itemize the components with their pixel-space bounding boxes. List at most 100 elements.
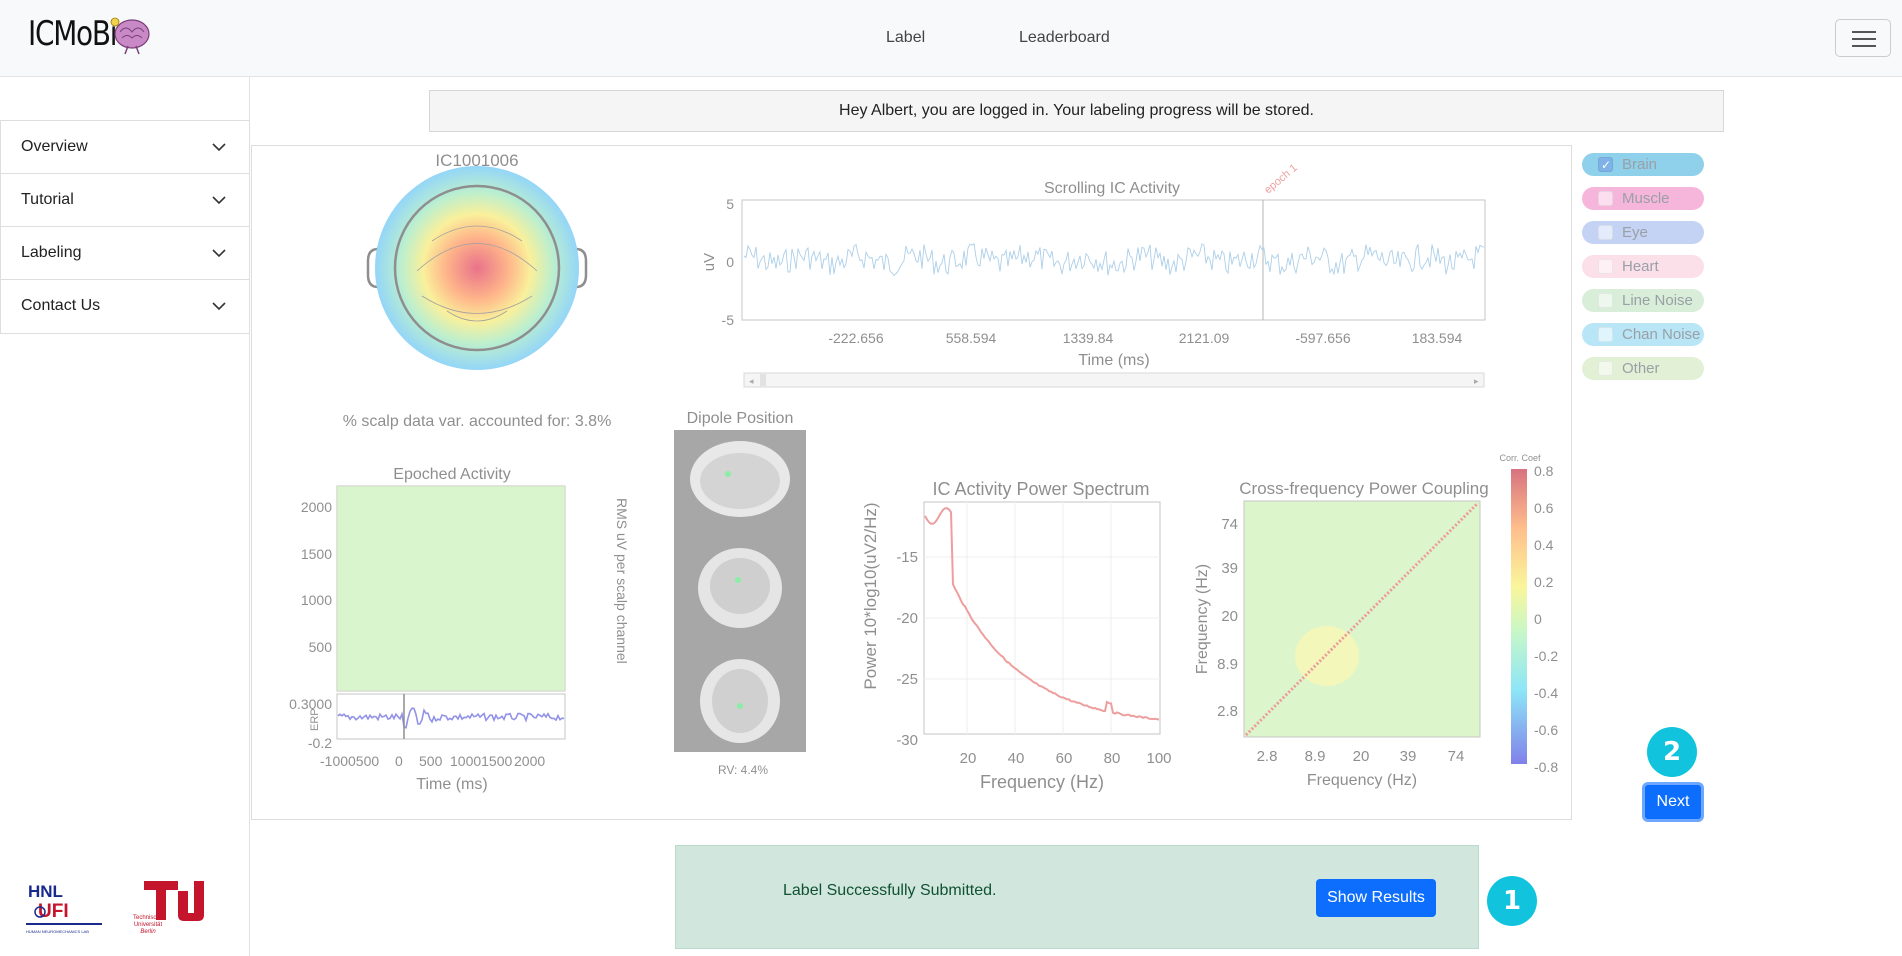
- svg-text:HUMAN NEUROMECHANICS LAB: HUMAN NEUROMECHANICS LAB: [26, 929, 89, 934]
- cfc-xtick: 8.9: [1305, 748, 1326, 765]
- checkbox[interactable]: [1598, 327, 1613, 342]
- rms-label: RMS uV per scalp channel: [614, 498, 630, 664]
- colorbar-title: Corr. Coef: [1499, 453, 1541, 463]
- colorbar-tick: 0.8: [1534, 463, 1554, 479]
- cfc-title: Cross-frequency Power Coupling: [1239, 479, 1488, 498]
- svg-text:Berlin: Berlin: [140, 929, 156, 935]
- sidebar-item-label: Labeling: [21, 244, 82, 261]
- epoched-ytick: 2000: [301, 499, 332, 515]
- chevron-down-icon: [212, 249, 226, 258]
- scrolling-ytick: 0: [726, 254, 734, 270]
- epoched-xtick: -1000500: [320, 753, 379, 769]
- epoch-marker-label: epoch 1: [1262, 162, 1300, 196]
- scrolling-xtick: -222.656: [828, 330, 883, 346]
- scrolling-xtick: -597.656: [1295, 330, 1350, 346]
- checkbox[interactable]: [1598, 259, 1613, 274]
- label-option-text: Line Noise: [1622, 292, 1693, 309]
- label-option-chan-noise[interactable]: Chan Noise: [1582, 323, 1704, 346]
- chevron-down-icon: [212, 143, 226, 152]
- scrolling-ylabel: uV: [701, 253, 718, 271]
- chevron-down-icon: [212, 196, 226, 205]
- nav-link-leaderboard[interactable]: Leaderboard: [1019, 29, 1110, 47]
- label-option-text: Eye: [1622, 224, 1648, 241]
- svg-text:UFI: UFI: [38, 901, 69, 922]
- svg-text:▸: ▸: [1474, 376, 1479, 386]
- cfc-xtick: 39: [1400, 748, 1417, 765]
- label-option-brain[interactable]: Brain: [1582, 153, 1704, 177]
- cfc-ylabel: Frequency (Hz): [1194, 564, 1211, 674]
- checkbox[interactable]: [1598, 293, 1613, 308]
- sidebar-item-labeling[interactable]: Labeling: [1, 227, 249, 280]
- menu-toggle-button[interactable]: [1835, 19, 1891, 57]
- hamburger-bar: [1852, 38, 1876, 40]
- cfc-ytick: 2.8: [1217, 703, 1238, 720]
- label-option-other[interactable]: Other: [1582, 357, 1704, 380]
- ic-figure-card: IC1001006 % scalp data var. accounted fo…: [251, 145, 1572, 820]
- psd-ytick: -20: [896, 610, 918, 627]
- psd-xtick: 40: [1008, 750, 1025, 767]
- erp-ylabel: ERP: [309, 708, 321, 731]
- psd-ytick: -25: [896, 671, 918, 688]
- erp-ytick: -0.2: [308, 735, 332, 751]
- sidebar-item-tutorial[interactable]: Tutorial: [1, 174, 249, 227]
- scrolling-xtick: 183.594: [1412, 330, 1463, 346]
- scrolling-ytick: -5: [722, 312, 735, 328]
- epoched-xtick: 2000: [514, 753, 545, 769]
- checkbox[interactable]: [1598, 154, 1613, 177]
- label-option-heart[interactable]: Heart: [1582, 255, 1704, 278]
- label-option-text: Brain: [1622, 156, 1658, 173]
- label-option-text: Muscle: [1622, 190, 1670, 207]
- dipole-rv: RV: 4.4%: [718, 763, 768, 777]
- svg-text:Universität: Universität: [134, 922, 163, 928]
- cfc-xtick: 20: [1353, 748, 1370, 765]
- component-label-list: Brain Muscle Eye Heart Line Noise Chan N…: [1582, 153, 1704, 391]
- epoched-title: Epoched Activity: [393, 466, 510, 483]
- app-logo[interactable]: ICMoBi: [28, 14, 150, 55]
- psd-title: IC Activity Power Spectrum: [932, 479, 1149, 499]
- sidebar-item-contact-us[interactable]: Contact Us: [1, 280, 249, 333]
- login-status-alert: Hey Albert, you are logged in. Your labe…: [429, 90, 1724, 132]
- colorbar-tick: 0.2: [1534, 574, 1554, 590]
- next-button[interactable]: Next: [1642, 782, 1704, 822]
- scrolling-scrollbar[interactable]: ◂ ▸: [743, 372, 1485, 388]
- success-alert: Label Successfully Submitted. Show Resul…: [675, 845, 1479, 949]
- psd-ytick: -30: [896, 732, 918, 749]
- scrolling-xtick: 2121.09: [1179, 330, 1230, 346]
- epoched-xlabel: Time (ms): [416, 776, 487, 793]
- partner-logos: HNL UFI HUMAN NEUROMECHANICS LAB Technis…: [26, 881, 204, 935]
- epoched-ytick: 500: [309, 639, 333, 655]
- label-option-line-noise[interactable]: Line Noise: [1582, 289, 1704, 312]
- hnl-logo-text: HNL: [28, 882, 63, 901]
- psd-ylabel: Power 10*log10(uV2/Hz): [861, 502, 880, 689]
- logo-text: ICMoBi: [28, 14, 118, 54]
- checkbox[interactable]: [1598, 225, 1613, 240]
- svg-text:◂: ◂: [749, 376, 754, 386]
- psd-xtick: 100: [1146, 750, 1171, 767]
- colorbar-tick: -0.4: [1534, 685, 1558, 701]
- label-option-eye[interactable]: Eye: [1582, 221, 1704, 244]
- brain-logo-icon: [110, 17, 150, 55]
- cfc-xtick: 2.8: [1257, 748, 1278, 765]
- colorbar-tick: 0: [1534, 611, 1542, 627]
- epoched-ytick: 1500: [301, 546, 332, 562]
- checkbox[interactable]: [1598, 191, 1613, 206]
- psd-xtick: 60: [1056, 750, 1073, 767]
- sidebar-item-label: Tutorial: [21, 191, 74, 208]
- hnl-logo: HNL UFI HUMAN NEUROMECHANICS LAB: [26, 882, 102, 934]
- top-navbar: ICMoBi Label Leaderboard: [0, 0, 1902, 77]
- sidebar-item-overview[interactable]: Overview: [1, 121, 249, 174]
- scrolling-xlabel: Time (ms): [1078, 352, 1149, 369]
- show-results-button[interactable]: Show Results: [1316, 879, 1436, 917]
- chevron-down-icon: [212, 302, 226, 311]
- label-option-text: Other: [1622, 360, 1660, 377]
- hamburger-icon: [1852, 31, 1876, 33]
- sidebar-item-label: Contact Us: [21, 297, 101, 314]
- label-option-muscle[interactable]: Muscle: [1582, 187, 1704, 210]
- nav-link-label[interactable]: Label: [886, 29, 925, 47]
- checkbox[interactable]: [1598, 361, 1613, 376]
- cfc-ytick: 20: [1221, 608, 1238, 625]
- step-badge-2: 2: [1647, 727, 1697, 777]
- hamburger-bar: [1852, 45, 1876, 47]
- tu-berlin-logo: Technische Universität Berlin: [133, 881, 204, 935]
- dipole-brain-images: [674, 430, 806, 752]
